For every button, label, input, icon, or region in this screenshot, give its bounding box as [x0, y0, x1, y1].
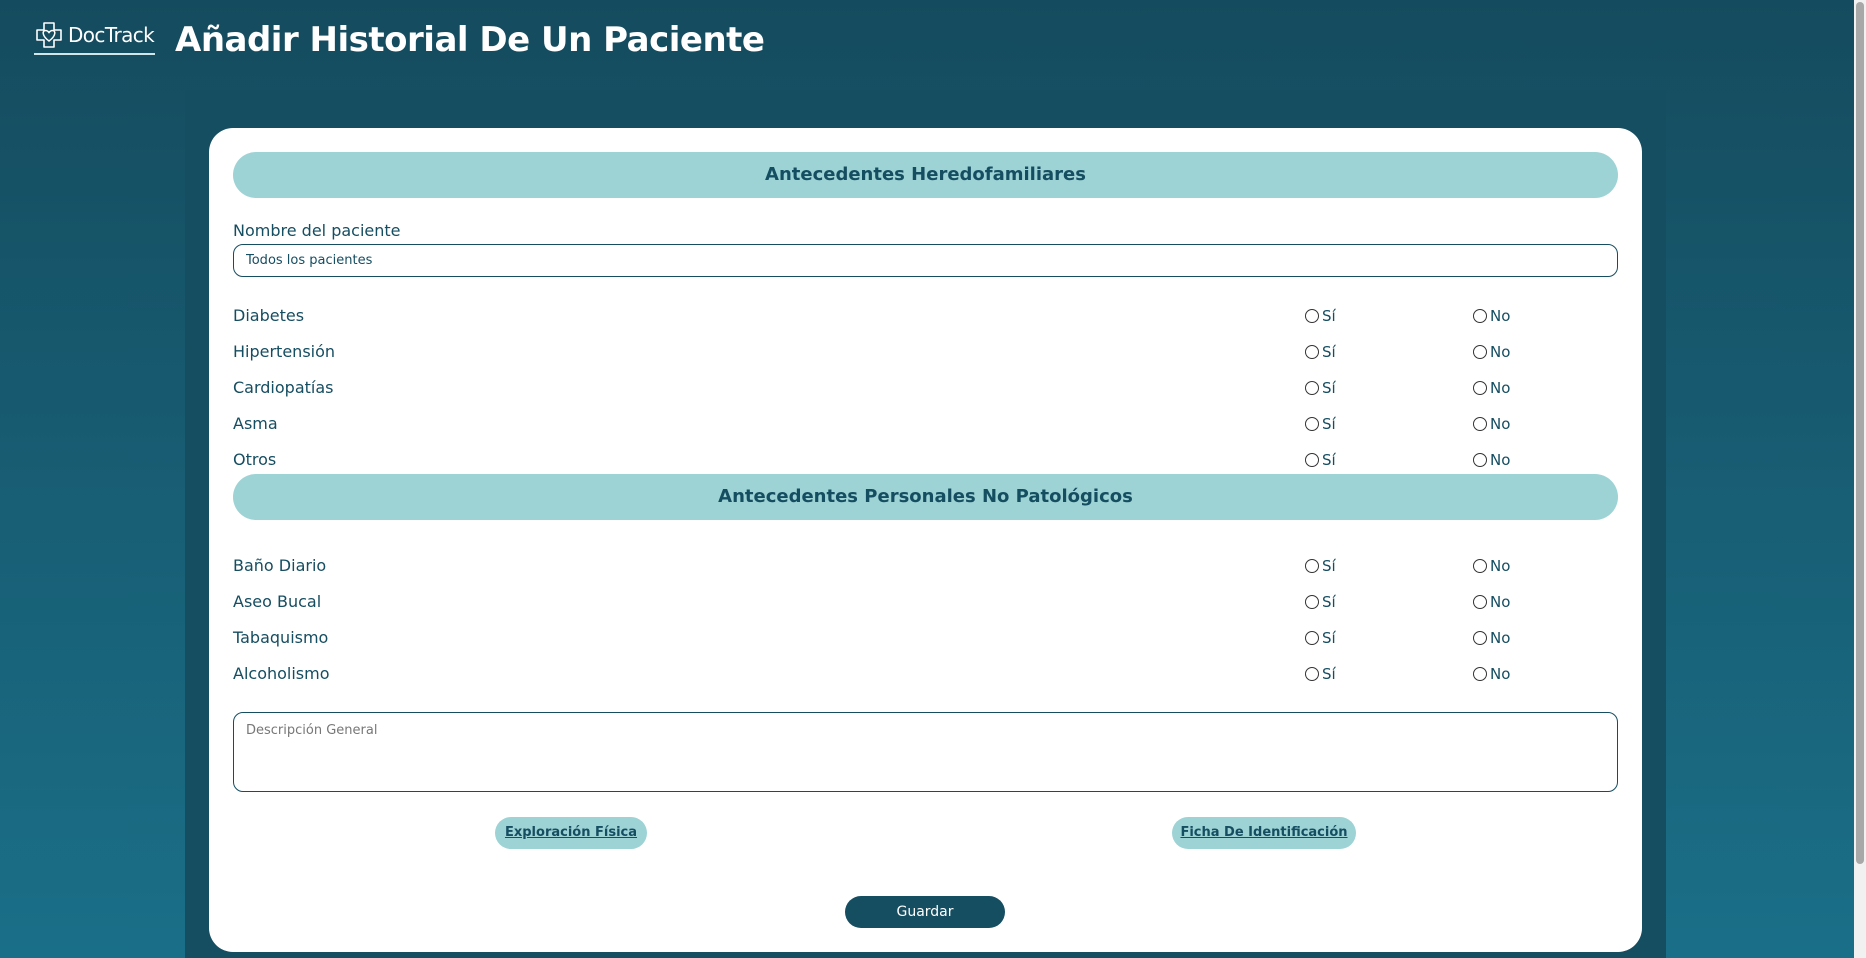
- radio-no[interactable]: [1473, 417, 1487, 431]
- radio-yes[interactable]: [1305, 595, 1319, 609]
- otros-no-option[interactable]: No: [1473, 451, 1510, 469]
- cardiopatias-yes-option[interactable]: Sí: [1305, 379, 1336, 397]
- cardiopatias-no-option[interactable]: No: [1473, 379, 1510, 397]
- row-label: Diabetes: [233, 306, 305, 325]
- row-label: Cardiopatías: [233, 378, 334, 397]
- row-otros: Otros Sí No: [233, 448, 1618, 472]
- alcoholismo-yes-option[interactable]: Sí: [1305, 665, 1336, 683]
- no-label: No: [1490, 415, 1511, 433]
- radio-no[interactable]: [1473, 631, 1487, 645]
- heart-cross-icon: [36, 22, 62, 48]
- yes-label: Sí: [1322, 557, 1336, 575]
- no-label: No: [1490, 307, 1511, 325]
- row-alcoholismo: Alcoholismo Sí No: [233, 662, 1618, 686]
- yes-label: Sí: [1322, 415, 1336, 433]
- alcoholismo-no-option[interactable]: No: [1473, 665, 1510, 683]
- yes-label: Sí: [1322, 665, 1336, 683]
- patient-name-input[interactable]: [233, 244, 1618, 277]
- radio-no[interactable]: [1473, 595, 1487, 609]
- radio-yes[interactable]: [1305, 309, 1319, 323]
- otros-yes-option[interactable]: Sí: [1305, 451, 1336, 469]
- row-label: Otros: [233, 450, 277, 469]
- section-header-heredofamiliares: Antecedentes Heredofamiliares: [233, 152, 1618, 198]
- hipertension-yes-option[interactable]: Sí: [1305, 343, 1336, 361]
- row-label: Aseo Bucal: [233, 592, 322, 611]
- radio-no[interactable]: [1473, 667, 1487, 681]
- yes-label: Sí: [1322, 451, 1336, 469]
- id-card-link[interactable]: Ficha De Identificación: [1172, 817, 1356, 849]
- scrollbar-thumb[interactable]: [1856, 2, 1864, 864]
- patient-name-label: Nombre del paciente: [233, 221, 401, 240]
- history-form-card: Antecedentes Heredofamiliares Nombre del…: [209, 128, 1642, 952]
- diabetes-no-option[interactable]: No: [1473, 307, 1510, 325]
- no-label: No: [1490, 451, 1511, 469]
- radio-yes[interactable]: [1305, 381, 1319, 395]
- no-label: No: [1490, 557, 1511, 575]
- radio-yes[interactable]: [1305, 559, 1319, 573]
- no-label: No: [1490, 629, 1511, 647]
- row-label: Hipertensión: [233, 342, 336, 361]
- no-label: No: [1490, 665, 1511, 683]
- page-header: DocTrack Añadir Historial De Un Paciente: [34, 20, 765, 83]
- no-label: No: [1490, 343, 1511, 361]
- tabaquismo-no-option[interactable]: No: [1473, 629, 1510, 647]
- bano-diario-no-option[interactable]: No: [1473, 557, 1510, 575]
- aseo-bucal-yes-option[interactable]: Sí: [1305, 593, 1336, 611]
- radio-no[interactable]: [1473, 309, 1487, 323]
- no-label: No: [1490, 379, 1511, 397]
- asma-yes-option[interactable]: Sí: [1305, 415, 1336, 433]
- yes-label: Sí: [1322, 343, 1336, 361]
- hipertension-no-option[interactable]: No: [1473, 343, 1510, 361]
- row-label: Tabaquismo: [233, 628, 329, 647]
- yes-label: Sí: [1322, 629, 1336, 647]
- row-label: Asma: [233, 414, 278, 433]
- radio-no[interactable]: [1473, 559, 1487, 573]
- page-scrollbar[interactable]: [1854, 0, 1866, 958]
- row-bano-diario: Baño Diario Sí No: [233, 554, 1618, 578]
- radio-yes[interactable]: [1305, 417, 1319, 431]
- save-button[interactable]: Guardar: [845, 896, 1005, 928]
- row-label: Baño Diario: [233, 556, 327, 575]
- radio-yes[interactable]: [1305, 667, 1319, 681]
- diabetes-yes-option[interactable]: Sí: [1305, 307, 1336, 325]
- radio-no[interactable]: [1473, 381, 1487, 395]
- yes-label: Sí: [1322, 379, 1336, 397]
- radio-yes[interactable]: [1305, 345, 1319, 359]
- row-hipertension: Hipertensión Sí No: [233, 340, 1618, 364]
- tabaquismo-yes-option[interactable]: Sí: [1305, 629, 1336, 647]
- radio-yes[interactable]: [1305, 631, 1319, 645]
- asma-no-option[interactable]: No: [1473, 415, 1510, 433]
- aseo-bucal-no-option[interactable]: No: [1473, 593, 1510, 611]
- row-cardiopatias: Cardiopatías Sí No: [233, 376, 1618, 400]
- row-aseo-bucal: Aseo Bucal Sí No: [233, 590, 1618, 614]
- general-description-textarea[interactable]: [233, 712, 1618, 792]
- no-label: No: [1490, 593, 1511, 611]
- section-header-no-patologicos: Antecedentes Personales No Patológicos: [233, 474, 1618, 520]
- doctrack-logo[interactable]: DocTrack: [34, 20, 155, 55]
- physical-exam-link[interactable]: Exploración Física: [495, 817, 647, 849]
- radio-no[interactable]: [1473, 453, 1487, 467]
- bano-diario-yes-option[interactable]: Sí: [1305, 557, 1336, 575]
- yes-label: Sí: [1322, 307, 1336, 325]
- row-label: Alcoholismo: [233, 664, 330, 683]
- radio-no[interactable]: [1473, 345, 1487, 359]
- row-tabaquismo: Tabaquismo Sí No: [233, 626, 1618, 650]
- row-asma: Asma Sí No: [233, 412, 1618, 436]
- logo-text: DocTrack: [68, 23, 155, 47]
- page-title: Añadir Historial De Un Paciente: [175, 20, 765, 60]
- yes-label: Sí: [1322, 593, 1336, 611]
- radio-yes[interactable]: [1305, 453, 1319, 467]
- row-diabetes: Diabetes Sí No: [233, 304, 1618, 328]
